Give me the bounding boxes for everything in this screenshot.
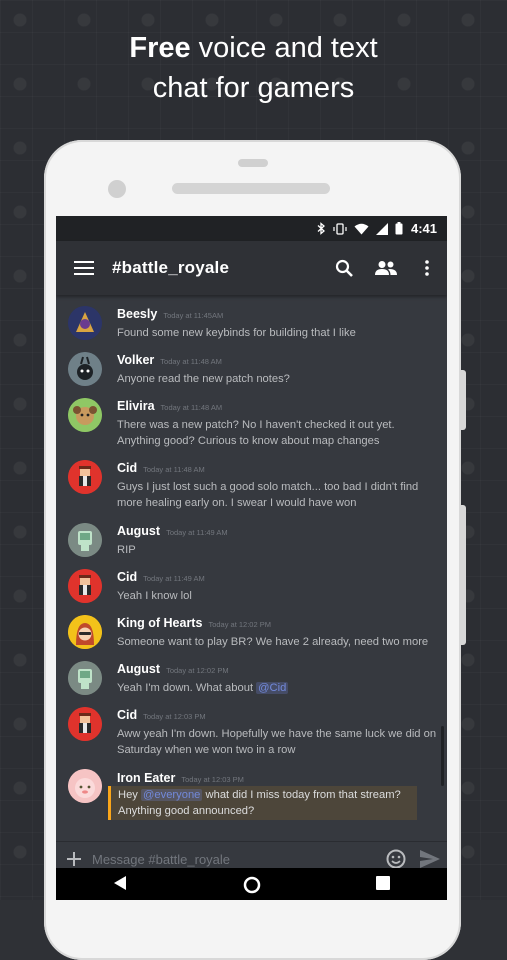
back-icon[interactable] — [113, 876, 128, 890]
plus-icon — [67, 852, 81, 866]
everyone-mention[interactable]: @everyone — [141, 789, 203, 801]
timestamp: Today at 11:49 AM — [166, 528, 228, 537]
headline-line2: chat for gamers — [152, 72, 355, 104]
more-vertical-icon — [425, 260, 429, 276]
avatar[interactable] — [68, 707, 102, 741]
timestamp: Today at 11:49 AM — [143, 574, 205, 583]
phone-screen: 4:41 #battle_royale Beesly Today at 11:45… — [56, 216, 447, 900]
author-name[interactable]: August — [117, 524, 160, 538]
message-text: Someone want to play BR? We have 2 alrea… — [117, 636, 429, 648]
channel-title: #battle_royale — [112, 258, 230, 277]
search-icon — [335, 259, 353, 277]
bluetooth-icon — [317, 222, 326, 235]
message-text: Yeah I know lol — [117, 590, 192, 602]
signal-icon — [375, 222, 388, 235]
attach-button[interactable] — [56, 852, 92, 866]
speaker-grille — [172, 183, 330, 194]
user-mention[interactable]: @Cid — [256, 682, 289, 694]
message-text-part: Yeah I'm down. What about — [117, 682, 257, 694]
timestamp: Today at 12:03 PM — [181, 775, 244, 784]
volume-button — [461, 370, 466, 430]
menu-button[interactable] — [56, 260, 112, 276]
home-icon[interactable] — [243, 876, 261, 894]
author-name[interactable]: Elivira — [117, 399, 155, 413]
author-name[interactable]: Volker — [117, 353, 154, 367]
mention-highlight: Hey @everyone what did I miss today from… — [108, 786, 417, 820]
message-text-part: Hey — [118, 789, 142, 801]
avatar[interactable] — [68, 769, 102, 803]
timestamp: Today at 12:02 PM — [166, 666, 229, 675]
members-icon — [375, 261, 397, 275]
earpiece — [238, 159, 268, 167]
message-list[interactable]: Beesly Today at 11:45AM Found some new ke… — [56, 295, 447, 842]
clock: 4:41 — [410, 221, 437, 236]
vibrate-icon — [333, 222, 347, 235]
timestamp: Today at 11:48 AM — [143, 465, 205, 474]
avatar[interactable] — [68, 615, 102, 649]
wifi-icon — [354, 223, 369, 235]
timestamp: Today at 11:48 AM — [160, 357, 222, 366]
message-text: Guys I just lost such a good solo match.… — [117, 481, 419, 509]
timestamp: Today at 11:48 AM — [160, 403, 223, 412]
avatar[interactable] — [68, 460, 102, 494]
message-text: Hey @everyone what did I miss today from… — [118, 787, 415, 819]
power-button — [461, 505, 466, 645]
author-name[interactable]: Cid — [117, 461, 137, 475]
promo-headline: Free voice and text chat for gamers — [0, 28, 507, 108]
front-camera — [108, 180, 126, 198]
members-button[interactable] — [365, 260, 407, 276]
avatar[interactable] — [68, 352, 102, 386]
recents-icon[interactable] — [375, 876, 390, 890]
message-text: Found some new keybinds for building tha… — [117, 327, 356, 339]
author-name[interactable]: Cid — [117, 570, 137, 584]
timestamp: Today at 11:45AM — [163, 311, 224, 320]
message-input[interactable]: Message #battle_royale — [92, 852, 379, 867]
avatar[interactable] — [68, 306, 102, 340]
app-bar: #battle_royale — [56, 241, 447, 295]
message-text: Anyone read the new patch notes? — [117, 373, 290, 385]
timestamp: Today at 12:03 PM — [143, 712, 206, 721]
avatar[interactable] — [68, 569, 102, 603]
author-name[interactable]: King of Hearts — [117, 616, 202, 630]
author-name[interactable]: Iron Eater — [117, 771, 175, 785]
headline-rest: voice and text — [190, 32, 378, 64]
author-name[interactable]: August — [117, 662, 160, 676]
overflow-menu-button[interactable] — [407, 260, 447, 276]
message-text: There was a new patch? No I haven't chec… — [117, 419, 395, 447]
headline-bold: Free — [129, 32, 191, 64]
avatar[interactable] — [68, 661, 102, 695]
send-icon — [420, 850, 440, 868]
android-nav-bar — [56, 868, 447, 900]
battery-icon — [395, 222, 403, 235]
hamburger-icon — [74, 261, 94, 275]
avatar[interactable] — [68, 398, 102, 432]
timestamp: Today at 12:02 PM — [208, 620, 271, 629]
avatar[interactable] — [68, 523, 102, 557]
author-name[interactable]: Beesly — [117, 307, 157, 321]
scrollbar[interactable] — [441, 726, 444, 786]
send-button[interactable] — [413, 850, 447, 868]
status-bar: 4:41 — [56, 216, 447, 241]
emoji-icon — [386, 849, 406, 869]
message-text: RIP — [117, 544, 136, 556]
search-button[interactable] — [323, 259, 365, 278]
author-name[interactable]: Cid — [117, 708, 137, 722]
message-text: Aww yeah I'm down. Hopefully we have the… — [117, 728, 437, 756]
message-text: Yeah I'm down. What about @Cid — [117, 680, 439, 696]
emoji-button[interactable] — [379, 849, 413, 869]
